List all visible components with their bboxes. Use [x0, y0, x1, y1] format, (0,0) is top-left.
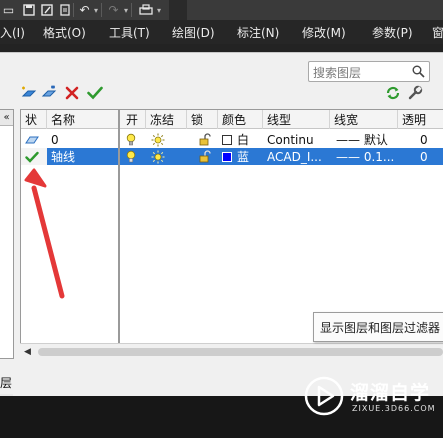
unlock-icon[interactable] [187, 131, 218, 148]
undo-icon[interactable]: ↶ [76, 1, 93, 18]
sun-icon[interactable] [146, 148, 187, 165]
column-color[interactable]: 颜色 [218, 110, 263, 129]
delete-layer-icon[interactable] [63, 84, 81, 102]
plot-dropdown-icon[interactable]: ▾ [155, 4, 163, 16]
sun-icon[interactable] [146, 131, 187, 148]
unlock-icon[interactable] [187, 148, 218, 165]
layer-name-cell[interactable]: 轴线 [47, 148, 119, 165]
menu-window[interactable]: 窗 [432, 20, 443, 44]
lightbulb-icon[interactable] [122, 131, 146, 148]
layer-properties-manager: 搜索图层 « « 状 名称 开 冻结 锁 颜色 线型 线宽 透明 [0, 52, 443, 410]
layer-name-cell[interactable]: 0 [47, 131, 119, 148]
scrollbar-thumb[interactable] [38, 348, 443, 356]
menu-dimension[interactable]: 标注(N) [237, 20, 279, 44]
play-logo-icon [304, 376, 344, 416]
plot-icon[interactable] [137, 1, 154, 18]
set-current-icon[interactable] [86, 84, 104, 102]
column-freeze[interactable]: 冻结 [146, 110, 187, 129]
color-name: 蓝 [237, 150, 250, 164]
layer-row-0[interactable]: 0 白 Continu —— 默认 0 [21, 131, 443, 148]
new-layer-frozen-icon[interactable] [40, 84, 58, 102]
layer-parallelogram-icon [25, 136, 39, 143]
menu-format[interactable]: 格式(O) [43, 20, 86, 44]
customize-dropdown-icon[interactable] [169, 0, 187, 20]
layer-status-cell[interactable] [21, 148, 47, 165]
column-on[interactable]: 开 [122, 110, 146, 129]
lightbulb-icon[interactable] [122, 148, 146, 165]
column-lineweight[interactable]: 线宽 [330, 110, 398, 129]
layer-transparency-cell[interactable]: 0 [398, 131, 443, 148]
layer-color-cell[interactable]: 白 [218, 131, 263, 148]
scroll-left-icon[interactable]: ◀ [24, 347, 31, 357]
column-lock[interactable]: 锁 [187, 110, 218, 129]
search-placeholder: 搜索图层 [313, 66, 362, 80]
open-icon[interactable]: ▭ [0, 1, 17, 18]
watermark-title: 溜溜自学 [350, 382, 431, 404]
print-preview-icon[interactable] [56, 1, 73, 18]
layer-linetype-cell[interactable]: Continu [263, 131, 330, 148]
toolbar-separator [101, 3, 102, 17]
check-icon [25, 151, 39, 163]
menu-draw[interactable]: 绘图(D) [172, 20, 215, 44]
layer-linetype-cell[interactable]: ACAD_I... [263, 148, 330, 165]
save-as-icon[interactable] [38, 1, 55, 18]
column-transparency[interactable]: 透明 [398, 110, 443, 129]
menu-insert[interactable]: 入(I) [0, 20, 25, 44]
color-name: 白 [237, 133, 250, 147]
watermark: 溜溜自学 ZIXUE.3D66.COM [300, 372, 443, 424]
column-status[interactable]: 状 [21, 110, 47, 129]
save-icon[interactable] [20, 1, 37, 18]
layer-color-cell[interactable]: 蓝 [218, 148, 263, 165]
status-text: 层 [0, 376, 13, 390]
menu-parametric[interactable]: 参数(P) [372, 20, 413, 44]
quick-access-toolbar: ▭ ↶ ▾ ↷ ▾ ▾ [0, 0, 443, 20]
column-name[interactable]: 名称 [47, 110, 119, 129]
color-swatch [222, 151, 232, 162]
ribbon-gap [0, 44, 443, 52]
new-layer-icon[interactable] [20, 84, 38, 102]
collapse-filter-panel-icon[interactable]: « [0, 110, 13, 126]
filter-tree-panel: « « [0, 109, 14, 410]
refresh-icon[interactable] [384, 84, 402, 102]
layer-lineweight-cell[interactable]: —— 默认 [330, 131, 398, 148]
search-icon[interactable] [412, 65, 425, 78]
undo-dropdown-icon[interactable]: ▾ [92, 4, 100, 16]
watermark-subtitle: ZIXUE.3D66.COM [352, 404, 436, 413]
layer-lineweight-cell[interactable]: —— 0.1... [330, 148, 398, 165]
search-layers-input[interactable]: 搜索图层 [308, 61, 430, 82]
horizontal-scrollbar[interactable]: ◀ [20, 343, 443, 359]
settings-wrench-icon[interactable] [406, 84, 424, 102]
toolbar-separator [73, 3, 74, 17]
toolbar-separator [131, 3, 132, 17]
redo-dropdown-icon[interactable]: ▾ [122, 4, 130, 16]
layer-status-cell[interactable] [21, 131, 47, 148]
tooltip: 显示图层和图层过滤器 [313, 312, 443, 342]
column-linetype[interactable]: 线型 [263, 110, 330, 129]
redo-icon[interactable]: ↷ [105, 1, 122, 18]
menubar: 入(I) 格式(O) 工具(T) 绘图(D) 标注(N) 修改(M) 参数(P)… [0, 20, 443, 44]
layer-row-1[interactable]: 轴线 蓝 ACAD_I... —— 0.1... 0 [21, 148, 443, 165]
layer-transparency-cell[interactable]: 0 [398, 148, 443, 165]
layer-list-header: 状 名称 开 冻结 锁 颜色 线型 线宽 透明 [21, 110, 443, 129]
color-swatch [222, 134, 232, 145]
column-divider [118, 110, 120, 358]
menu-tools[interactable]: 工具(T) [109, 20, 150, 44]
menu-modify[interactable]: 修改(M) [302, 20, 346, 44]
